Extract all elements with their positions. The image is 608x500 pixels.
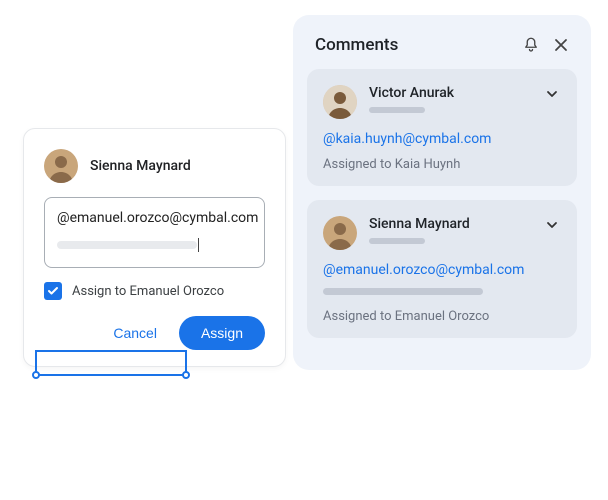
cancel-button[interactable]: Cancel: [99, 316, 171, 350]
comment-header: Victor Anurak: [323, 85, 561, 119]
close-icon[interactable]: [551, 35, 571, 55]
input-placeholder-line: [57, 234, 252, 253]
comment-author-block: Sienna Maynard: [369, 216, 531, 244]
assign-button[interactable]: Assign: [179, 316, 265, 350]
mention-link[interactable]: @kaia.huynh@cymbal.com: [323, 131, 561, 147]
timestamp-placeholder: [369, 107, 425, 113]
panel-title: Comments: [315, 35, 511, 55]
mention-text: @emanuel.orozco@cymbal.com: [57, 210, 252, 226]
avatar: [323, 216, 357, 250]
avatar: [323, 85, 357, 119]
panel-header: Comments: [307, 31, 577, 55]
compose-header: Sienna Maynard: [44, 149, 265, 183]
timestamp-placeholder: [369, 238, 425, 244]
chevron-down-icon[interactable]: [543, 85, 561, 103]
avatar: [44, 149, 78, 183]
comment-input[interactable]: @emanuel.orozco@cymbal.com: [44, 197, 265, 268]
bell-icon[interactable]: [521, 35, 541, 55]
selection-handle[interactable]: [182, 371, 190, 379]
assigned-text: Assigned to Emanuel Orozco: [323, 309, 561, 324]
comment-header: Sienna Maynard: [323, 216, 561, 250]
comment-card: Victor Anurak @kaia.huynh@cymbal.com Ass…: [307, 69, 577, 186]
comment-card: Sienna Maynard @emanuel.orozco@cymbal.co…: [307, 200, 577, 338]
selection-box[interactable]: [35, 350, 187, 376]
body-placeholder: [323, 288, 483, 295]
assign-checkbox-row: Assign to Emanuel Orozco: [44, 282, 265, 300]
assigned-text: Assigned to Kaia Huynh: [323, 157, 561, 172]
compose-actions: Cancel Assign: [44, 316, 265, 350]
selection-handle[interactable]: [32, 371, 40, 379]
comment-author-block: Victor Anurak: [369, 85, 531, 113]
assign-checkbox-label: Assign to Emanuel Orozco: [72, 284, 224, 299]
new-comment-card: Sienna Maynard @emanuel.orozco@cymbal.co…: [23, 128, 286, 367]
comment-author: Victor Anurak: [369, 85, 531, 101]
comment-author: Sienna Maynard: [369, 216, 531, 232]
mention-link[interactable]: @emanuel.orozco@cymbal.com: [323, 262, 561, 278]
assign-checkbox[interactable]: [44, 282, 62, 300]
chevron-down-icon[interactable]: [543, 216, 561, 234]
comments-panel: Comments Victor Anurak @kaia.huynh@cymba…: [293, 15, 591, 370]
compose-author: Sienna Maynard: [90, 158, 191, 174]
